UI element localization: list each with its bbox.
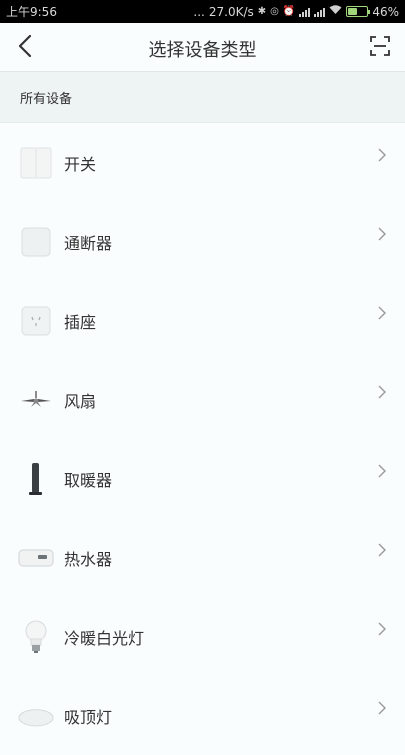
chevron-right-icon bbox=[378, 464, 386, 478]
status-bar: 上午9:56 ... 27.0K/s ✱ ◎ ⏰ 46% bbox=[0, 0, 405, 23]
chevron-right-icon bbox=[378, 701, 386, 715]
device-label: 通断器 bbox=[64, 234, 113, 253]
device-item-bulb[interactable]: 冷暖白光灯 bbox=[0, 597, 405, 676]
device-item-ceiling-light[interactable]: 吸顶灯 bbox=[0, 676, 405, 755]
ceiling-fan-icon bbox=[18, 382, 54, 418]
scan-button[interactable] bbox=[369, 35, 391, 57]
chevron-right-icon bbox=[378, 543, 386, 557]
wall-switch-icon bbox=[18, 145, 54, 181]
socket-icon bbox=[18, 303, 54, 339]
bluetooth-icon: ✱ bbox=[257, 6, 267, 17]
device-item-fan[interactable]: 风扇 bbox=[0, 360, 405, 439]
chevron-right-icon bbox=[378, 227, 386, 241]
bulb-icon bbox=[18, 619, 54, 655]
battery-percent: 46% bbox=[372, 4, 399, 19]
device-label: 插座 bbox=[64, 313, 97, 332]
relay-icon bbox=[18, 224, 54, 260]
device-item-heater[interactable]: 取暖器 bbox=[0, 439, 405, 518]
section-header: 所有设备 bbox=[0, 71, 405, 123]
device-label: 热水器 bbox=[64, 550, 113, 569]
nav-bar: 选择设备类型 bbox=[0, 23, 405, 71]
water-heater-icon bbox=[18, 540, 54, 576]
device-label: 开关 bbox=[64, 155, 97, 174]
chevron-right-icon bbox=[378, 306, 386, 320]
device-label: 吸顶灯 bbox=[64, 708, 113, 727]
chevron-right-icon bbox=[378, 622, 386, 636]
device-item-relay[interactable]: 通断器 bbox=[0, 202, 405, 281]
device-label: 冷暖白光灯 bbox=[64, 629, 145, 648]
page-title: 选择设备类型 bbox=[148, 40, 257, 61]
device-label: 取暖器 bbox=[64, 471, 113, 490]
signal-icon-2 bbox=[314, 7, 326, 17]
device-item-switch[interactable]: 开关 bbox=[0, 123, 405, 202]
wifi-icon bbox=[329, 5, 342, 18]
status-dots: ... bbox=[193, 4, 205, 19]
scan-icon bbox=[370, 36, 390, 56]
chevron-right-icon bbox=[378, 148, 386, 162]
network-speed: 27.0K/s bbox=[208, 4, 254, 19]
chevron-right-icon bbox=[378, 385, 386, 399]
device-label: 风扇 bbox=[64, 392, 97, 411]
ceiling-light-icon bbox=[18, 698, 54, 734]
section-header-label: 所有设备 bbox=[20, 92, 73, 107]
device-item-socket[interactable]: 插座 bbox=[0, 281, 405, 360]
vibrate-icon: ◎ bbox=[270, 6, 279, 17]
tower-heater-icon bbox=[18, 461, 54, 497]
signal-icon bbox=[299, 7, 311, 17]
status-time: 上午9:56 bbox=[6, 5, 57, 19]
device-list: 开关 通断器 插座 风扇 取暖器 热水器 冷暖白光灯 吸顶灯 bbox=[0, 123, 405, 755]
alarm-icon: ⏰ bbox=[282, 6, 296, 17]
device-item-water-heater[interactable]: 热水器 bbox=[0, 518, 405, 597]
battery-icon bbox=[346, 6, 371, 17]
